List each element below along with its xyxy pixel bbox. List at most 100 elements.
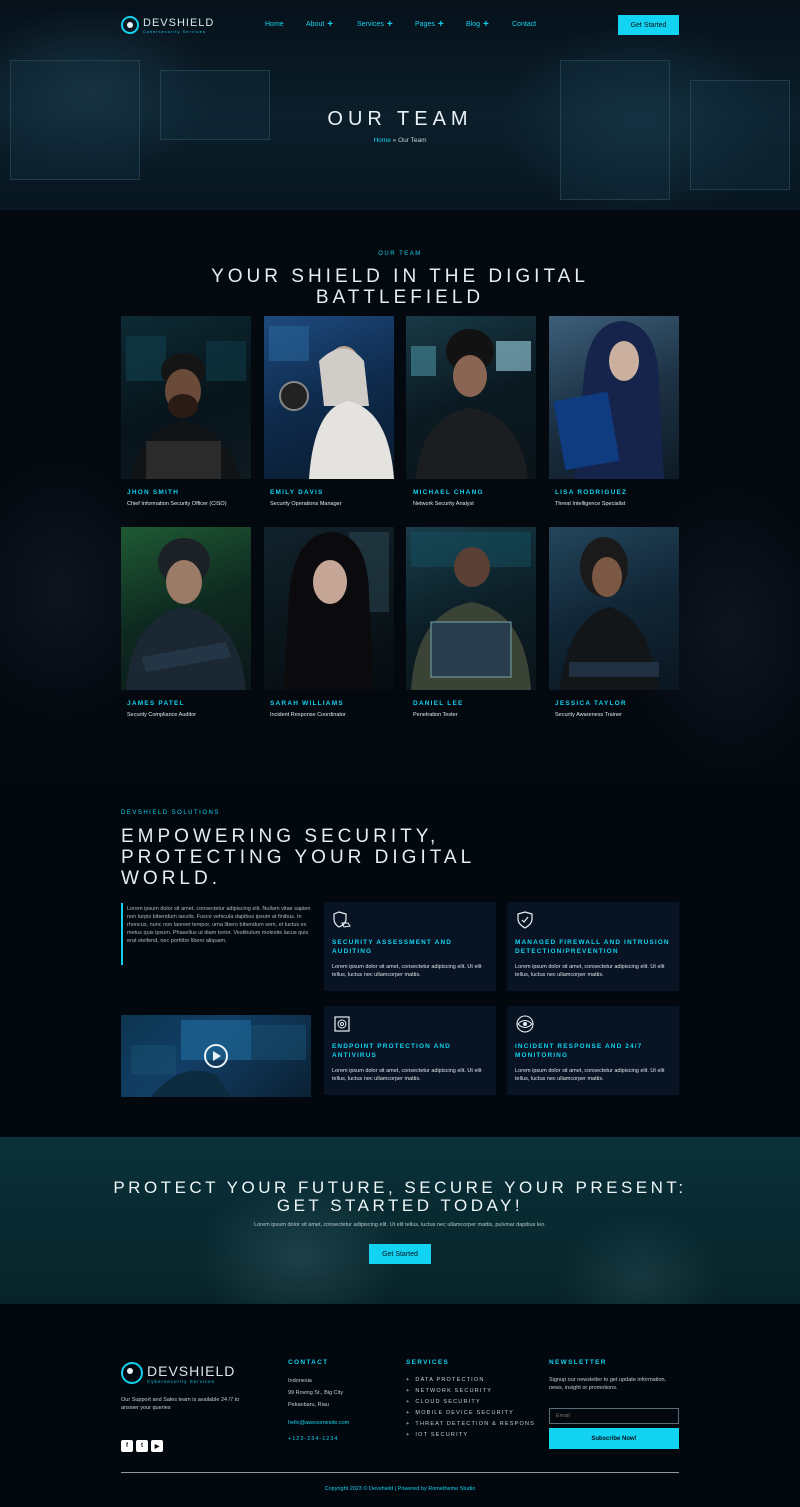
cta-banner	[0, 1137, 800, 1304]
member-photo[interactable]	[264, 316, 394, 479]
service-card[interactable]: SECURITY ASSESSMENT AND AUDITING Lorem i…	[324, 902, 496, 991]
breadcrumb-current: Our Team	[398, 137, 427, 144]
breadcrumb-separator: »	[392, 137, 397, 144]
solutions-heading: EMPOWERING SECURITY, PROTECTING YOUR DIG…	[121, 826, 476, 889]
footer-newsletter-heading: NEWSLETTER	[549, 1359, 607, 1366]
member-name[interactable]: EMILY DAVIS	[270, 489, 324, 496]
copyright-text: Copyright 2023 © Devshield | Powered by …	[324, 1486, 476, 1492]
member-photo[interactable]	[264, 527, 394, 690]
fingerprint-chip-icon	[334, 1016, 350, 1032]
footer-service-link[interactable]: + MOBILE DEVICE SECURITY	[406, 1410, 535, 1416]
service-description: Lorem ipsum dolor sit amet, consectetur …	[332, 964, 482, 978]
footer-services-heading: SERVICES	[406, 1359, 450, 1366]
newsletter-text: Signup our newsletter to get update info…	[549, 1377, 667, 1391]
person-silhouette-icon	[559, 537, 659, 690]
member-photo[interactable]	[121, 527, 251, 690]
service-title: ENDPOINT PROTECTION AND ANTIVIRUS	[332, 1043, 451, 1059]
plus-icon: +	[483, 19, 489, 30]
cta-heading: PROTECT YOUR FUTURE, SECURE YOUR PRESENT…	[113, 1178, 687, 1215]
member-role: Threat Intelligence Specialist	[555, 501, 626, 507]
background-monitor	[690, 80, 790, 190]
member-role: Network Security Analyst	[413, 501, 474, 507]
cta-get-started-button[interactable]: Get Started	[369, 1244, 431, 1264]
member-role: Chief Information Security Officer (CISO…	[127, 501, 227, 507]
brand-logo[interactable]: DEVSHIELD Cybersecurity Services	[121, 16, 214, 34]
member-photo[interactable]	[121, 316, 251, 479]
cta-text: Lorem ipsum dolor sit amet, consectetur …	[254, 1222, 546, 1228]
facebook-icon[interactable]: f	[121, 1440, 133, 1452]
nav-contact[interactable]: Contact	[512, 21, 536, 28]
get-started-button[interactable]: Get Started	[618, 15, 679, 35]
plus-icon: +	[406, 1399, 411, 1405]
member-name[interactable]: SARAH WILLIAMS	[270, 700, 344, 707]
person-silhouette-icon	[126, 538, 246, 690]
service-title: MANAGED FIREWALL AND INTRUSION DETECTION…	[515, 939, 670, 955]
solutions-eyebrow: DEVSHIELD SOLUTIONS	[121, 810, 220, 816]
member-name[interactable]: LISA RODRIGUEZ	[555, 489, 627, 496]
breadcrumb: Home » Our Team	[0, 137, 800, 144]
breadcrumb-home-link[interactable]: Home	[373, 137, 390, 144]
member-photo[interactable]	[549, 316, 679, 479]
footer-service-link[interactable]: + DATA PROTECTION	[406, 1377, 535, 1383]
member-photo[interactable]	[406, 316, 536, 479]
footer-service-link[interactable]: + NETWORK SECURITY	[406, 1388, 535, 1394]
service-description: Lorem ipsum dolor sit amet, consectetur …	[515, 964, 665, 978]
page-title: OUR TEAM	[327, 108, 473, 130]
play-button[interactable]	[204, 1044, 228, 1068]
person-silhouette-icon	[284, 532, 389, 690]
nav-services[interactable]: Services +	[357, 20, 393, 30]
nav-about[interactable]: About +	[306, 20, 333, 30]
member-role: Security Awareness Trainer	[555, 712, 622, 718]
shield-check-icon	[517, 911, 533, 929]
person-silhouette-icon	[126, 336, 246, 479]
shield-logo-icon	[121, 1362, 143, 1384]
member-name[interactable]: DANIEL LEE	[413, 700, 464, 707]
shield-logo-icon	[121, 16, 139, 34]
footer-service-link[interactable]: + CLOUD SECURITY	[406, 1399, 535, 1405]
play-icon	[213, 1051, 221, 1061]
top-navbar: DEVSHIELD Cybersecurity Services Home Ab…	[0, 0, 800, 50]
contact-email-link[interactable]: hello@awesomesite.com	[288, 1419, 349, 1427]
plus-icon: +	[406, 1410, 411, 1416]
member-name[interactable]: MICHAEL CHANG	[413, 489, 484, 496]
service-description: Lorem ipsum dolor sit amet, consectetur …	[332, 1068, 482, 1082]
member-role: Incident Response Coordinator	[270, 712, 346, 718]
footer-contact-heading: CONTACT	[288, 1359, 329, 1366]
service-description: Lorem ipsum dolor sit amet, consectetur …	[515, 1068, 665, 1082]
newsletter-email-input[interactable]	[549, 1408, 679, 1424]
nav-home[interactable]: Home	[265, 21, 284, 28]
service-card[interactable]: ENDPOINT PROTECTION AND ANTIVIRUS Lorem …	[324, 1006, 496, 1095]
person-silhouette-icon	[411, 329, 531, 479]
nav-pages[interactable]: Pages +	[415, 19, 444, 30]
footer-service-link[interactable]: + IOT SECURITY	[406, 1432, 535, 1438]
member-photo[interactable]	[406, 527, 536, 690]
member-name[interactable]: JESSICA TAYLOR	[555, 700, 627, 707]
brand-name: DEVSHIELD	[143, 16, 215, 29]
person-silhouette-icon	[411, 532, 531, 690]
contact-phone-link[interactable]: +123-234-1234	[288, 1435, 338, 1443]
service-title: INCIDENT RESPONSE AND 24/7 MONITORING	[515, 1043, 643, 1059]
video-thumbnail[interactable]	[121, 1015, 311, 1097]
team-heading: YOUR SHIELD IN THE DIGITAL BATTLEFIELD	[211, 266, 589, 308]
service-card[interactable]: INCIDENT RESPONSE AND 24/7 MONITORING Lo…	[507, 1006, 679, 1095]
service-card[interactable]: MANAGED FIREWALL AND INTRUSION DETECTION…	[507, 902, 679, 991]
member-photo[interactable]	[549, 527, 679, 690]
eye-monitoring-icon	[516, 1015, 534, 1033]
person-silhouette-icon	[269, 326, 394, 479]
footer-divider	[121, 1472, 679, 1473]
member-role: Security Operations Manager	[270, 501, 342, 507]
footer-services-list: + DATA PROTECTION + NETWORK SECURITY + CLOU…	[406, 1377, 535, 1438]
member-name[interactable]: JAMES PATEL	[127, 700, 185, 707]
footer-service-link[interactable]: + THREAT DETECTION & RESPONS	[406, 1421, 535, 1427]
youtube-icon[interactable]: ▶	[151, 1440, 163, 1452]
twitter-icon[interactable]: t	[136, 1440, 148, 1452]
plus-icon: +	[437, 19, 444, 30]
member-name[interactable]: JHON SMITH	[127, 489, 179, 496]
team-eyebrow: OUR TEAM	[378, 251, 422, 257]
contact-street: 99 Roving St., Big City	[288, 1390, 344, 1396]
shield-hand-icon	[333, 911, 351, 928]
nav-blog[interactable]: Blog +	[466, 19, 489, 30]
footer-logo[interactable]: DEVSHIELD Cybersecurity Services	[121, 1362, 235, 1384]
subscribe-button[interactable]: Subscribe Now!	[549, 1428, 679, 1449]
brand-name: DEVSHIELD	[147, 1362, 236, 1379]
